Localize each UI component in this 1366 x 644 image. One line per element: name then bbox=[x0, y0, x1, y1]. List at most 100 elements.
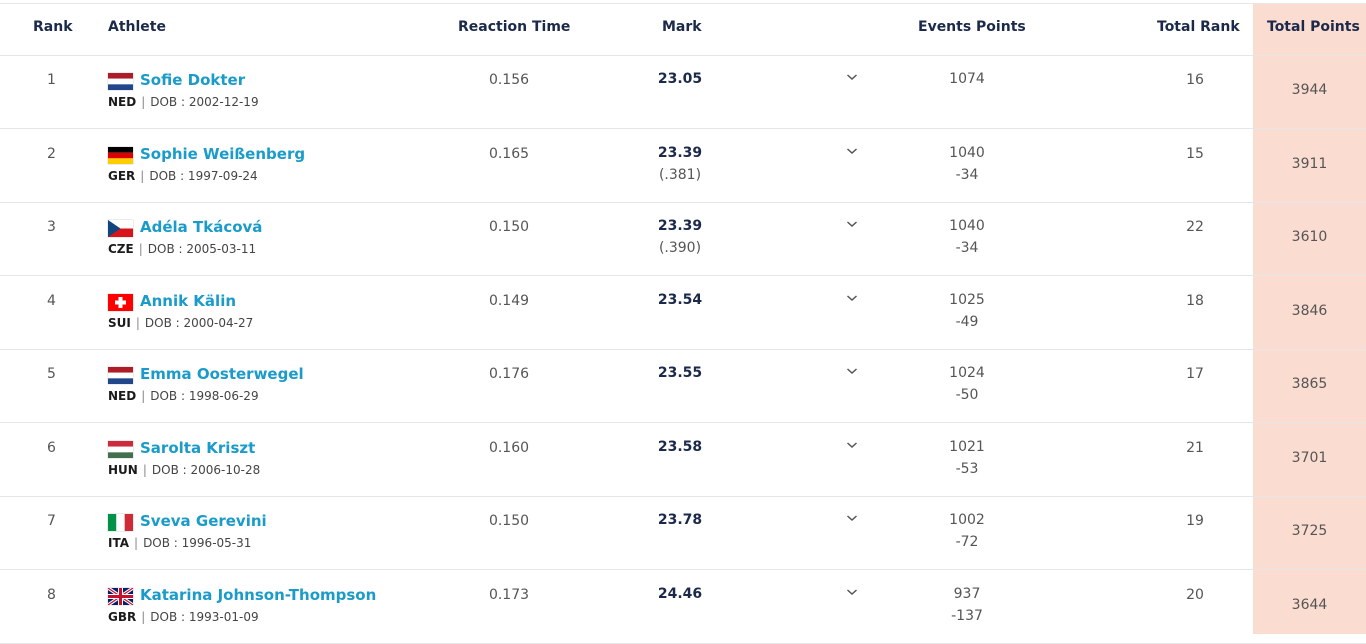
date-of-birth: DOB : 1993-01-09 bbox=[150, 609, 259, 624]
athlete-meta: NED | DOB : 1998-06-29 bbox=[108, 389, 259, 403]
events-points-diff: -34 bbox=[955, 166, 979, 183]
flag-gbr-icon bbox=[108, 587, 133, 605]
mark-detail: (.390) bbox=[658, 240, 702, 256]
chevron-down-icon[interactable] bbox=[846, 435, 858, 448]
chevron-down-icon[interactable] bbox=[846, 67, 858, 81]
total-rank-cell: 21 bbox=[1186, 439, 1204, 456]
header-total-rank[interactable]: Total Rank bbox=[1157, 19, 1240, 35]
events-points-diff: -34 bbox=[955, 240, 979, 256]
table-row[interactable]: 7 Sveva Gerevini ITA | DOB : 1996-05-31 0.150… bbox=[0, 496, 1366, 570]
table-row[interactable]: 6 Sarolta Kriszt HUN | DOB : 2006-10-28 0.160… bbox=[0, 423, 1366, 497]
rank-cell: 1 bbox=[47, 72, 56, 88]
rank-cell: 6 bbox=[47, 439, 56, 456]
athlete-name-link[interactable]: Sveva Gerevini bbox=[140, 512, 267, 530]
total-rank-cell: 17 bbox=[1186, 366, 1204, 382]
chevron-down-icon[interactable] bbox=[846, 508, 858, 522]
events-points-cell: 1040 bbox=[949, 144, 985, 161]
table-row[interactable]: 2 Sophie Weißenberg GER | DOB : 1997-09-24 0.… bbox=[0, 129, 1366, 203]
nationality-code: GBR bbox=[108, 609, 137, 624]
mark-cell: 23.54 bbox=[657, 291, 703, 308]
header-athlete[interactable]: Athlete bbox=[108, 19, 166, 35]
meta-separator: | bbox=[141, 95, 146, 109]
table-row[interactable]: 8 Katarina Johnson-Thompson GBR | DOB : 1993… bbox=[0, 570, 1366, 644]
rank-cell: 7 bbox=[47, 513, 56, 529]
table-row[interactable]: 3 Adéla Tkácová CZE | DOB : 2005-03-11 0.150 2… bbox=[0, 202, 1366, 276]
nationality-code: GER bbox=[108, 168, 136, 183]
athlete-name-link[interactable]: Sophie Weißenberg bbox=[140, 145, 305, 163]
athlete-name-link[interactable]: Emma Oosterwegel bbox=[140, 365, 304, 383]
meta-separator: | bbox=[141, 389, 146, 403]
athlete-meta: ITA | DOB : 1996-05-31 bbox=[108, 536, 251, 550]
rank-cell: 8 bbox=[47, 586, 56, 603]
date-of-birth: DOB : 1996-05-31 bbox=[143, 536, 252, 550]
meta-separator: | bbox=[141, 609, 146, 624]
table-row[interactable]: 4 Annik Kälin SUI | DOB : 2000-04-27 0.149 23.… bbox=[0, 276, 1366, 350]
reaction-time-cell: 0.150 bbox=[488, 513, 530, 529]
athlete-meta: GER | DOB : 1997-09-24 bbox=[108, 169, 258, 183]
events-points-cell: 1040 bbox=[949, 218, 985, 234]
total-rank-cell: 18 bbox=[1186, 292, 1204, 309]
events-points-diff: -72 bbox=[955, 534, 979, 550]
mark-cell: 23.78 bbox=[657, 512, 703, 528]
flag-ger-icon bbox=[108, 146, 133, 164]
total-points-cell: 3644 bbox=[1291, 596, 1328, 613]
total-rank-cell: 19 bbox=[1186, 513, 1204, 529]
date-of-birth: DOB : 2002-12-19 bbox=[150, 95, 259, 109]
chevron-down-icon[interactable] bbox=[846, 361, 858, 375]
events-points-diff: -49 bbox=[955, 313, 979, 330]
header-reaction-time[interactable]: Reaction Time bbox=[458, 19, 570, 35]
date-of-birth: DOB : 2006-10-28 bbox=[151, 462, 261, 477]
chevron-down-icon[interactable] bbox=[846, 141, 858, 154]
flag-ita-icon bbox=[108, 514, 133, 531]
total-points-cell: 3725 bbox=[1291, 523, 1328, 539]
meta-separator: | bbox=[135, 315, 140, 330]
table-row[interactable]: 1 Sofie Dokter NED | DOB : 2002-12-19 0.156 23… bbox=[0, 55, 1366, 129]
header-mark[interactable]: Mark bbox=[662, 19, 702, 35]
results-table: Rank Athlete Reaction Time Mark Events P… bbox=[0, 0, 1366, 644]
table-row[interactable]: 5 Emma Oosterwegel NED | DOB : 1998-06-29 0.1… bbox=[0, 349, 1366, 423]
nationality-code: SUI bbox=[108, 315, 131, 330]
events-points-diff: -53 bbox=[955, 460, 979, 477]
mark-detail: (.381) bbox=[658, 166, 702, 183]
reaction-time-cell: 0.173 bbox=[488, 586, 530, 603]
events-points-cell: 1002 bbox=[949, 512, 985, 528]
flag-cze-icon bbox=[108, 220, 133, 237]
chevron-down-icon[interactable] bbox=[846, 214, 858, 228]
chevron-down-icon[interactable] bbox=[846, 288, 858, 301]
mark-cell: 23.55 bbox=[657, 365, 703, 381]
athlete-name-link[interactable]: Annik Kälin bbox=[140, 292, 236, 310]
events-points-diff: -50 bbox=[955, 387, 979, 403]
total-points-cell: 3846 bbox=[1291, 302, 1328, 319]
total-points-cell: 3865 bbox=[1291, 376, 1328, 392]
total-points-cell: 3944 bbox=[1291, 82, 1328, 98]
total-points-cell: 3610 bbox=[1291, 229, 1328, 245]
events-points-cell: 1074 bbox=[949, 71, 985, 87]
mark-cell: 23.58 bbox=[657, 438, 703, 455]
events-points-cell: 1024 bbox=[949, 365, 985, 381]
flag-sui-icon bbox=[108, 293, 133, 311]
meta-separator: | bbox=[134, 536, 139, 550]
date-of-birth: DOB : 1998-06-29 bbox=[150, 389, 259, 403]
header-total-points[interactable]: Total Points bbox=[1267, 19, 1360, 35]
athlete-name-link[interactable]: Katarina Johnson-Thompson bbox=[140, 586, 376, 604]
total-points-cell: 3911 bbox=[1291, 155, 1328, 172]
meta-separator: | bbox=[142, 462, 147, 477]
total-rank-cell: 20 bbox=[1186, 586, 1204, 603]
header-events-points[interactable]: Events Points bbox=[918, 19, 1026, 35]
athlete-meta: CZE | DOB : 2005-03-11 bbox=[108, 242, 256, 256]
nationality-code: NED bbox=[108, 389, 137, 403]
reaction-time-cell: 0.176 bbox=[488, 366, 530, 382]
athlete-name-link[interactable]: Adéla Tkácová bbox=[140, 218, 262, 236]
total-rank-cell: 22 bbox=[1186, 219, 1204, 235]
total-rank-cell: 16 bbox=[1186, 72, 1204, 88]
rank-cell: 5 bbox=[47, 366, 56, 382]
meta-separator: | bbox=[140, 168, 145, 183]
athlete-meta: GBR | DOB : 1993-01-09 bbox=[108, 610, 259, 624]
athlete-name-link[interactable]: Sofie Dokter bbox=[140, 71, 245, 89]
flag-ned-icon bbox=[108, 73, 133, 90]
header-rank[interactable]: Rank bbox=[33, 19, 73, 35]
nationality-code: CZE bbox=[108, 242, 134, 256]
athlete-name-link[interactable]: Sarolta Kriszt bbox=[140, 439, 255, 457]
chevron-down-icon[interactable] bbox=[846, 582, 858, 595]
athlete-meta: NED | DOB : 2002-12-19 bbox=[108, 95, 259, 109]
